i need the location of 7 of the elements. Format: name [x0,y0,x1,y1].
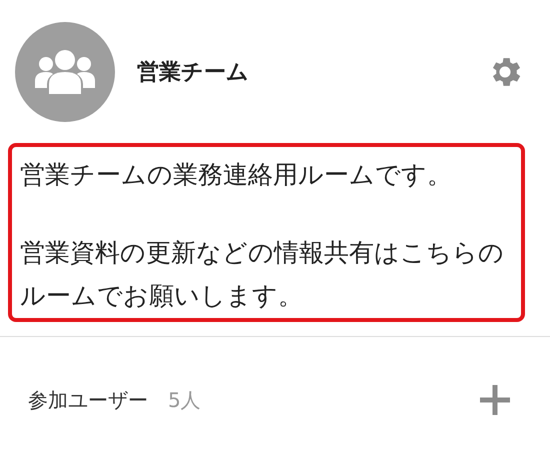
members-label: 参加ユーザー [28,386,148,414]
group-avatar-icon [15,22,115,122]
member-count: 5人 [168,386,202,414]
add-icon[interactable] [480,385,510,415]
description-text: 営業資料の更新などの情報共有はこちらのルームでお願いします。 [20,237,505,312]
description-text: 営業チームの業務連絡用ルームです。 [20,159,453,191]
room-name: 営業チーム [137,59,250,87]
